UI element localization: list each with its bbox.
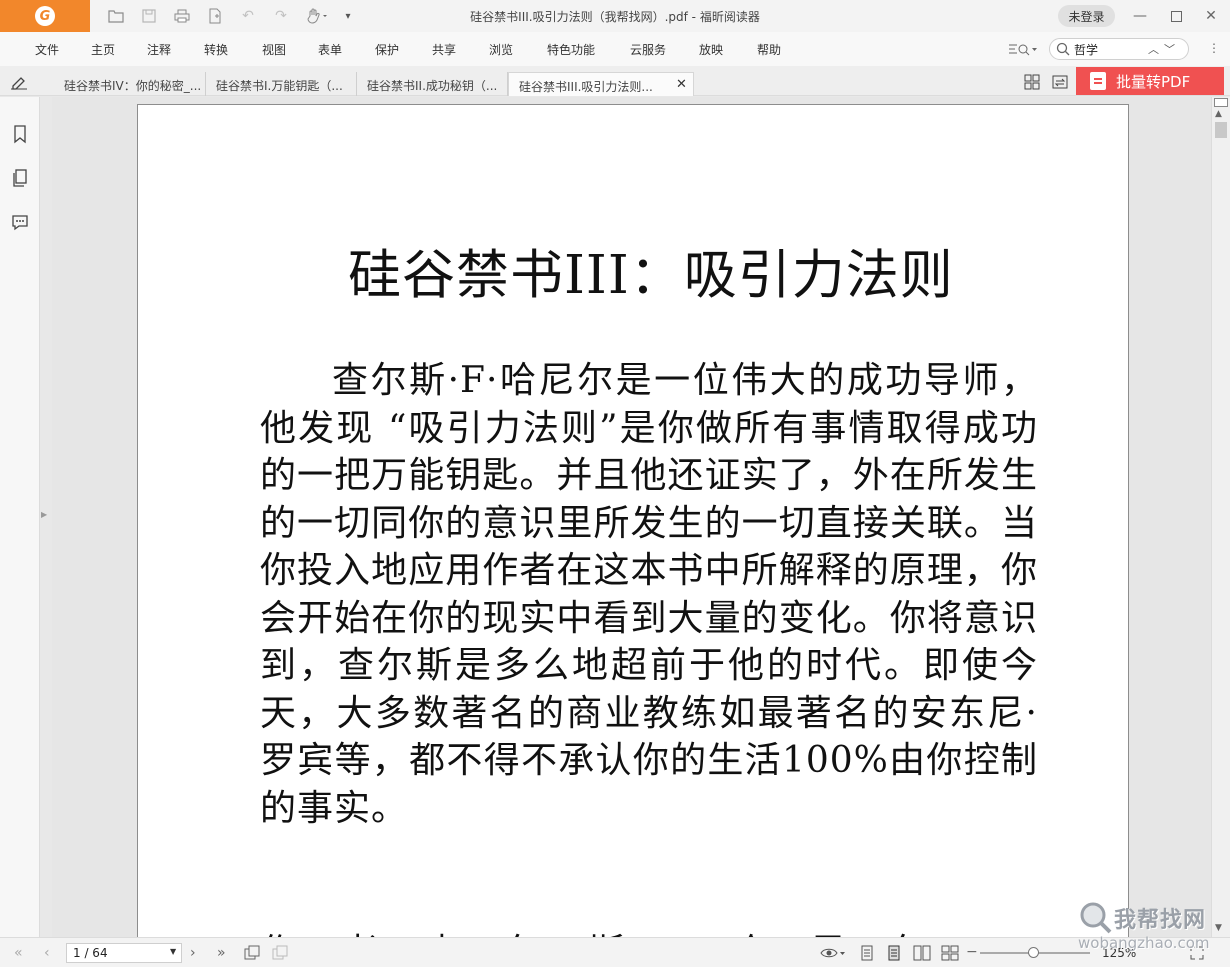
reading-mode-icon[interactable]: [820, 946, 846, 960]
menu-help[interactable]: 帮助: [757, 41, 781, 58]
next-page-icon[interactable]: ›: [190, 945, 196, 961]
search-box: ︿ ﹀: [1049, 38, 1189, 60]
status-bar: « ‹ 1 / 64 ▼ › » − 125%: [0, 937, 1230, 967]
foxit-logo-icon: G: [35, 6, 55, 26]
page-number-field[interactable]: 1 / 64: [66, 943, 182, 963]
menu-form[interactable]: 表单: [318, 41, 342, 58]
pages-thumbnail-icon[interactable]: [10, 168, 30, 188]
save-icon[interactable]: [139, 6, 159, 26]
menu-browse[interactable]: 浏览: [489, 41, 513, 58]
search-next-icon[interactable]: ﹀: [1164, 41, 1175, 57]
document-paragraph: 查尔斯·F·哈尼尔是一位伟大的成功导师，他发现 “吸引力法则”是你做所有事情取得…: [260, 360, 1038, 829]
page-dropdown-icon[interactable]: ▼: [170, 947, 176, 956]
menu-comment[interactable]: 注释: [147, 41, 171, 58]
zoom-slider-knob[interactable]: [1027, 947, 1039, 958]
vertical-scrollbar[interactable]: ▲ ▼: [1211, 97, 1230, 937]
menu-share[interactable]: 共享: [432, 41, 456, 58]
close-tab-icon[interactable]: ✕: [676, 77, 687, 92]
document-tab-bar: 硅谷禁书IV：你的秘密_... 硅谷禁书I.万能钥匙（... 硅谷禁书II.成功…: [0, 66, 1230, 96]
maximize-icon[interactable]: [1166, 6, 1186, 26]
facing-pages-icon[interactable]: [913, 945, 931, 961]
paste-page-icon[interactable]: [272, 945, 288, 961]
menu-convert[interactable]: 转换: [204, 41, 228, 58]
comments-icon[interactable]: [10, 212, 30, 232]
expand-sidebar-icon[interactable]: ▶: [41, 510, 47, 519]
batch-convert-label: 批量转PDF: [1116, 72, 1191, 91]
last-page-icon[interactable]: »: [217, 945, 226, 961]
bookmark-icon[interactable]: [10, 124, 30, 144]
continuous-page-icon[interactable]: [886, 945, 902, 961]
first-page-icon[interactable]: «: [14, 945, 23, 961]
single-page-icon[interactable]: [859, 945, 875, 961]
more-options-icon[interactable]: ⋮: [1208, 41, 1220, 55]
search-icon: [1056, 42, 1070, 56]
hand-tool-icon[interactable]: [304, 6, 330, 26]
tab-document-4-active[interactable]: 硅谷禁书III.吸引力法则...: [508, 72, 694, 96]
print-icon[interactable]: [172, 6, 192, 26]
menu-view[interactable]: 视图: [262, 41, 286, 58]
open-file-icon[interactable]: [106, 6, 126, 26]
continuous-facing-icon[interactable]: [941, 945, 959, 961]
watermark-url: wobangzhao.com: [1078, 934, 1210, 952]
undo-icon[interactable]: ↶: [238, 6, 258, 26]
login-button[interactable]: 未登录: [1058, 5, 1115, 27]
tab-document-2[interactable]: 硅谷禁书I.万能钥匙（...: [206, 72, 357, 96]
document-icon: [1090, 72, 1106, 90]
document-title: 硅谷禁书III：吸引力法则: [348, 245, 954, 306]
search-input[interactable]: [1074, 41, 1144, 57]
menu-slideshow[interactable]: 放映: [699, 41, 723, 58]
menu-bar: 文件 主页 注释 转换 视图 表单 保护 共享 浏览 特色功能 云服务 放映 帮…: [0, 32, 1230, 66]
menu-features[interactable]: 特色功能: [547, 41, 595, 58]
menu-home[interactable]: 主页: [91, 41, 115, 58]
copy-page-icon[interactable]: [244, 945, 260, 961]
scroll-up-icon[interactable]: ▲: [1215, 109, 1222, 119]
menu-protect[interactable]: 保护: [375, 41, 399, 58]
customize-toolbar-icon[interactable]: ▾: [338, 6, 358, 26]
find-options-icon[interactable]: [1008, 41, 1038, 57]
close-window-icon[interactable]: ✕: [1201, 6, 1221, 26]
tab-document-3[interactable]: 硅谷禁书II.成功秘钥（...: [357, 72, 508, 96]
pen-icon[interactable]: [10, 74, 28, 90]
title-bar: G ↶ ↷ ▾ 硅谷禁书III.吸引力法则（我帮找网）.pdf - 福昕阅读器 …: [0, 0, 1230, 32]
menu-cloud[interactable]: 云服务: [630, 41, 666, 58]
menu-file[interactable]: 文件: [35, 41, 59, 58]
redo-icon[interactable]: ↷: [271, 6, 291, 26]
magnifier-logo-icon: [1080, 902, 1112, 934]
watermark: 我帮找网 wobangzhao.com: [1076, 898, 1228, 960]
new-document-icon[interactable]: [205, 6, 225, 26]
document-next-line: 作者查尔斯·哈尼尔: [260, 923, 973, 937]
minimize-icon[interactable]: —: [1130, 6, 1150, 26]
pdf-page: 硅谷禁书III：吸引力法则 查尔斯·F·哈尼尔是一位伟大的成功导师，他发现 “吸…: [137, 104, 1129, 937]
window-switch-icon[interactable]: [1052, 74, 1068, 90]
zoom-out-icon[interactable]: −: [966, 944, 978, 960]
batch-convert-pdf-button[interactable]: 批量转PDF: [1076, 67, 1224, 95]
previous-page-icon[interactable]: ‹: [44, 945, 50, 961]
scroll-thumb[interactable]: [1215, 122, 1227, 138]
search-previous-icon[interactable]: ︿: [1148, 41, 1159, 57]
tab-document-1[interactable]: 硅谷禁书IV：你的秘密_...: [54, 72, 206, 96]
watermark-text: 我帮找网: [1114, 908, 1207, 933]
split-view-handle[interactable]: [1214, 98, 1228, 107]
document-viewer[interactable]: 硅谷禁书III：吸引力法则 查尔斯·F·哈尼尔是一位伟大的成功导师，他发现 “吸…: [52, 97, 1211, 937]
app-logo[interactable]: G: [0, 0, 90, 32]
left-sidebar: [0, 97, 40, 937]
grid-view-icon[interactable]: [1024, 74, 1040, 90]
